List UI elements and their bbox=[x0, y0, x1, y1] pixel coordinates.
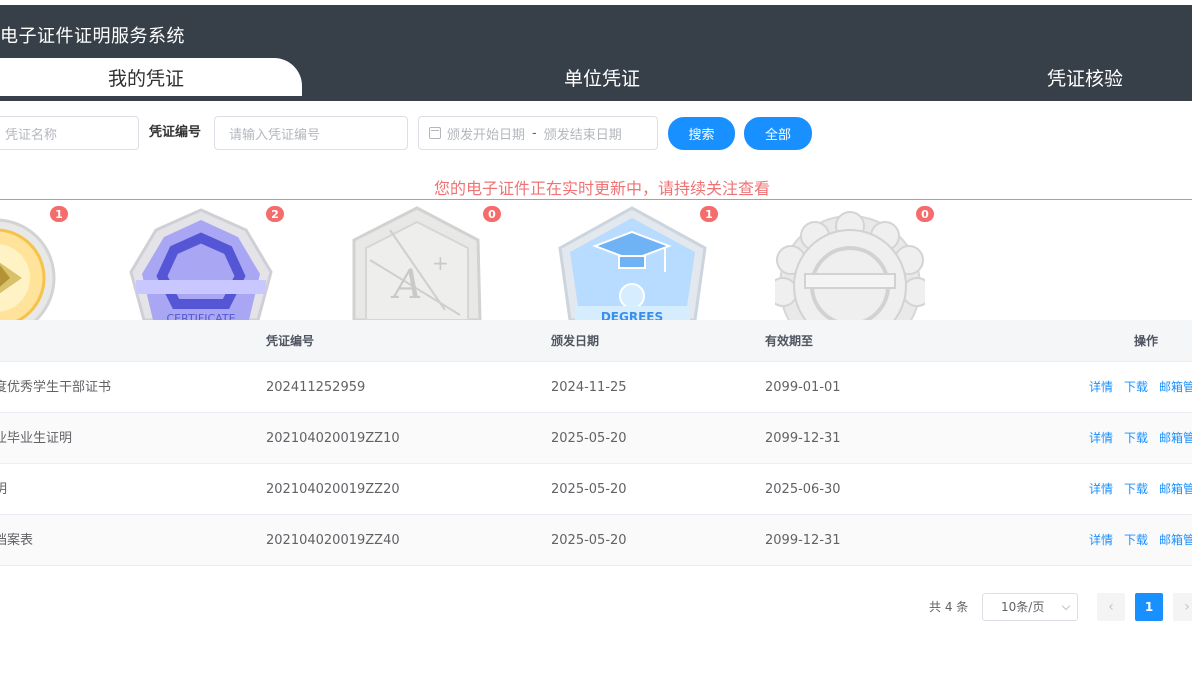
search-bar: 凭证名称 凭证编号 请输入凭证编号 颁发开始日期 - 颁发结束日期 搜索 全部 bbox=[0, 116, 1192, 150]
tab-credential-verify[interactable]: 凭证核验 bbox=[935, 58, 1192, 96]
issue-date-range-picker[interactable]: 颁发开始日期 - 颁发结束日期 bbox=[418, 116, 658, 150]
app-title: 电子证件证明服务系统 bbox=[0, 26, 185, 47]
page-size-value: 10条/页 bbox=[1001, 600, 1045, 614]
table-row: 档案表 202104020019ZZ40 2025-05-20 2099-12-… bbox=[0, 515, 1192, 566]
credential-code-cell: 202104020019ZZ10 bbox=[266, 431, 400, 446]
badge-count: 2 bbox=[266, 206, 284, 222]
detail-link[interactable]: 详情 bbox=[1089, 380, 1113, 394]
credential-code-label: 凭证编号 bbox=[149, 125, 202, 140]
badge-count: 1 bbox=[50, 206, 68, 222]
badge-strip: 1 CERTIFICATE 2 A + 0 DEGREES 1 0 bbox=[0, 200, 1192, 320]
detail-link[interactable]: 详情 bbox=[1089, 482, 1113, 496]
issue-date-cell: 2024-11-25 bbox=[551, 380, 627, 395]
column-header-code: 凭证编号 bbox=[266, 334, 315, 348]
credential-table: 凭证编号 颁发日期 有效期至 操作 度优秀学生干部证书 202411252959… bbox=[0, 320, 1192, 566]
update-notice: 您的电子证件正在实时更新中，请持续关注查看 bbox=[433, 179, 770, 198]
seal-badge-icon[interactable] bbox=[768, 200, 932, 320]
degree-badge-icon[interactable]: DEGREES bbox=[555, 200, 710, 320]
expire-date-cell: 2099-12-31 bbox=[765, 533, 841, 548]
medal-gold-icon[interactable] bbox=[0, 200, 80, 320]
row-actions: 详情 下载 邮箱管 bbox=[1089, 464, 1192, 515]
table-row: 明 202104020019ZZ20 2025-05-20 2025-06-30… bbox=[0, 464, 1192, 515]
credential-code-cell: 202411252959 bbox=[266, 380, 366, 395]
mailbox-link[interactable]: 邮箱管 bbox=[1159, 482, 1192, 496]
row-actions: 详情 下载 邮箱管 bbox=[1089, 362, 1192, 413]
calendar-icon bbox=[429, 127, 441, 139]
table-row: 业毕业生证明 202104020019ZZ10 2025-05-20 2099-… bbox=[0, 413, 1192, 464]
svg-text:A: A bbox=[390, 262, 423, 308]
start-date-input[interactable]: 颁发开始日期 bbox=[447, 124, 525, 143]
credential-name-cell: 明 bbox=[0, 482, 8, 497]
download-link[interactable]: 下载 bbox=[1124, 533, 1148, 547]
download-link[interactable]: 下载 bbox=[1124, 380, 1148, 394]
tab-unit-credentials[interactable]: 单位凭证 bbox=[452, 58, 752, 96]
issue-date-cell: 2025-05-20 bbox=[551, 533, 627, 548]
credential-name-input[interactable]: 凭证名称 bbox=[0, 116, 139, 150]
column-header-expire-date: 有效期至 bbox=[765, 334, 814, 348]
credential-code-input[interactable]: 请输入凭证编号 bbox=[214, 116, 408, 150]
mailbox-link[interactable]: 邮箱管 bbox=[1159, 380, 1192, 394]
badge-count: 0 bbox=[483, 206, 501, 222]
badge-count: 0 bbox=[916, 206, 934, 222]
svg-text:CERTIFICATE: CERTIFICATE bbox=[166, 312, 235, 320]
page-size-select[interactable]: 10条/页 bbox=[982, 593, 1078, 621]
credential-name-cell: 档案表 bbox=[0, 533, 34, 548]
expire-date-cell: 2025-06-30 bbox=[765, 482, 841, 497]
end-date-input[interactable]: 颁发结束日期 bbox=[544, 124, 622, 143]
range-separator: - bbox=[532, 125, 537, 141]
issue-date-cell: 2025-05-20 bbox=[551, 482, 627, 497]
page-number-button[interactable]: 1 bbox=[1135, 593, 1163, 621]
column-header-actions: 操作 bbox=[1134, 334, 1159, 348]
pagination: 共 4 条 10条/页 ‹ 1 › bbox=[0, 593, 1192, 621]
table-row: 度优秀学生干部证书 202411252959 2024-11-25 2099-0… bbox=[0, 362, 1192, 413]
mailbox-link[interactable]: 邮箱管 bbox=[1159, 431, 1192, 445]
credential-code-cell: 202104020019ZZ40 bbox=[266, 533, 400, 548]
expire-date-cell: 2099-12-31 bbox=[765, 431, 841, 446]
a-plus-badge-icon[interactable]: A + bbox=[350, 200, 485, 320]
certificate-badge-icon[interactable]: CERTIFICATE bbox=[126, 200, 276, 320]
download-link[interactable]: 下载 bbox=[1124, 482, 1148, 496]
search-button[interactable]: 搜索 bbox=[668, 117, 735, 150]
credential-name-cell: 度优秀学生干部证书 bbox=[0, 380, 112, 395]
next-page-button[interactable]: › bbox=[1173, 593, 1192, 621]
download-link[interactable]: 下载 bbox=[1124, 431, 1148, 445]
credential-code-cell: 202104020019ZZ20 bbox=[266, 482, 400, 497]
credential-name-cell: 业毕业生证明 bbox=[0, 431, 73, 446]
row-actions: 详情 下载 邮箱管 bbox=[1089, 413, 1192, 464]
chevron-down-icon bbox=[1061, 601, 1071, 611]
detail-link[interactable]: 详情 bbox=[1089, 431, 1113, 445]
table-header: 凭证编号 颁发日期 有效期至 操作 bbox=[0, 320, 1192, 362]
total-count: 共 4 条 bbox=[929, 600, 969, 614]
issue-date-cell: 2025-05-20 bbox=[551, 431, 627, 446]
mailbox-link[interactable]: 邮箱管 bbox=[1159, 533, 1192, 547]
all-button[interactable]: 全部 bbox=[744, 117, 812, 150]
detail-link[interactable]: 详情 bbox=[1089, 533, 1113, 547]
tab-my-credentials[interactable]: 我的凭证 bbox=[0, 58, 302, 96]
expire-date-cell: 2099-01-01 bbox=[765, 380, 841, 395]
row-actions: 详情 下载 邮箱管 bbox=[1089, 515, 1192, 566]
badge-count: 1 bbox=[700, 206, 718, 222]
prev-page-button[interactable]: ‹ bbox=[1097, 593, 1125, 621]
svg-text:DEGREES: DEGREES bbox=[601, 310, 663, 320]
svg-text:+: + bbox=[432, 251, 449, 275]
column-header-issue-date: 颁发日期 bbox=[551, 334, 600, 348]
